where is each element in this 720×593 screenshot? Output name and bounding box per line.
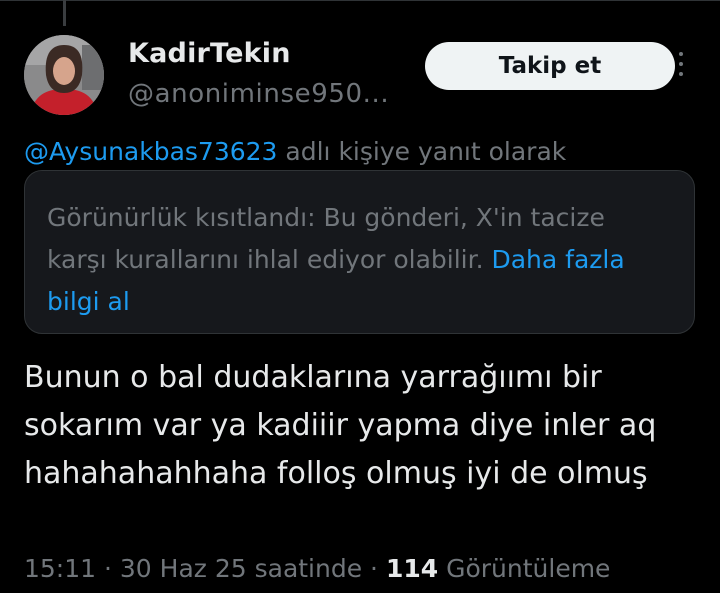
view-count: 114 xyxy=(385,554,439,583)
view-label: Görüntüleme xyxy=(438,554,611,583)
visibility-notice: Görünürlük kısıtlandı: Bu gönderi, X'in … xyxy=(24,170,695,334)
tweet-date[interactable]: 30 Haz 25 saatinde xyxy=(120,554,362,583)
meta-separator: · xyxy=(362,554,386,583)
avatar[interactable] xyxy=(24,35,104,115)
avatar-image xyxy=(24,35,104,115)
author-display-name[interactable]: KadirTekin xyxy=(128,38,291,69)
meta-separator: · xyxy=(96,554,120,583)
more-vertical-icon[interactable] xyxy=(676,52,686,82)
tweet-time[interactable]: 15:11 xyxy=(24,554,96,583)
thread-connector-line xyxy=(63,0,66,26)
top-divider xyxy=(0,0,720,1)
reply-context: @Aysunakbas73623 adlı kişiye yanıt olara… xyxy=(24,137,566,166)
author-handle[interactable]: @anoniminse950... xyxy=(128,79,389,109)
follow-button[interactable]: Takip et xyxy=(425,42,675,90)
reply-mention-link[interactable]: @Aysunakbas73623 xyxy=(24,137,277,166)
reply-context-label: adlı kişiye yanıt olarak xyxy=(277,137,567,166)
tweet-text: Bunun o bal dudaklarına yarrağıımı bir s… xyxy=(24,360,657,491)
tweet-meta: 15:11 · 30 Haz 25 saatinde · 114 Görüntü… xyxy=(24,554,610,583)
